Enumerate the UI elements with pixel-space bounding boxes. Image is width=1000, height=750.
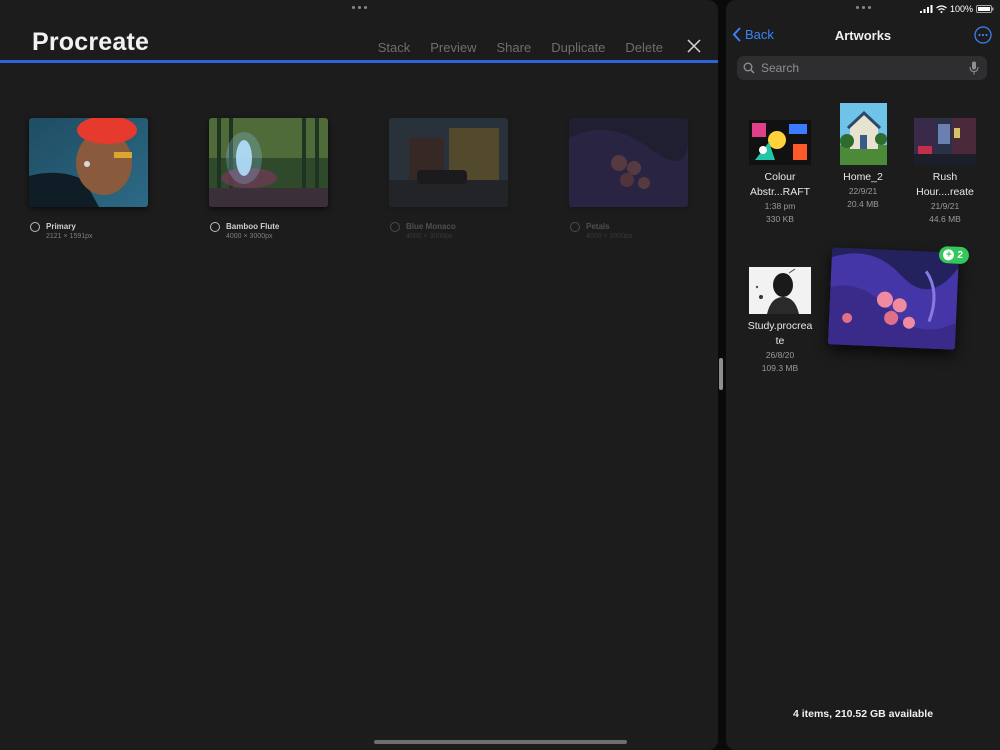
stack-button[interactable]: Stack	[378, 40, 411, 55]
artwork-dimensions: 4000 × 3000px	[586, 233, 633, 240]
split-view-divider-handle[interactable]	[719, 358, 723, 390]
search-bar[interactable]	[737, 56, 987, 80]
artwork-thumbnail[interactable]	[29, 118, 148, 207]
file-name-line2: te	[775, 335, 785, 347]
file-name-line1: Study.procrea	[747, 320, 813, 332]
artwork-card-petals[interactable]: Petals 4000 × 3000px	[569, 118, 688, 241]
artwork-info: Blue Monaco 4000 × 3000px	[389, 221, 508, 241]
artwork-card-bamboo-flute[interactable]: Bamboo Flute 4000 × 3000px	[209, 118, 328, 241]
file-name-line1: Colour	[764, 171, 796, 183]
artwork-card-blue-monaco[interactable]: Blue Monaco 4000 × 3000px	[389, 118, 508, 241]
file-name-line2: Abstr...RAFT	[749, 186, 811, 198]
selection-toolbar: Stack Preview Share Duplicate Delete	[378, 40, 663, 55]
artwork-name: Petals	[586, 222, 610, 231]
file-thumbnail	[749, 120, 811, 165]
artwork-thumbnail[interactable]	[389, 118, 508, 207]
file-name: Study.procrea te	[745, 319, 815, 349]
artwork-info: Primary 2121 × 1591px	[29, 221, 148, 241]
microphone-icon[interactable]	[969, 61, 979, 75]
page-title: Procreate	[32, 28, 150, 56]
procreate-pane: Procreate Stack Preview Share Duplicate …	[0, 0, 718, 750]
drag-preview[interactable]: + 2	[827, 245, 970, 350]
select-radio-icon[interactable]	[390, 222, 400, 232]
delete-button[interactable]: Delete	[625, 40, 663, 55]
file-size: 20.4 MB	[847, 199, 879, 209]
search-input[interactable]	[761, 61, 961, 75]
file-item-study[interactable]: Study.procrea te 26/8/20 109.3 MB	[745, 267, 815, 375]
file-date: 26/8/20	[765, 350, 795, 360]
status-bar: 100%	[919, 4, 994, 14]
plus-icon: +	[943, 249, 955, 261]
folder-title: Artworks	[834, 28, 892, 43]
home-indicator[interactable]	[374, 740, 627, 744]
drag-count: 2	[957, 249, 964, 261]
file-name: Colour Abstr...RAFT	[745, 170, 815, 200]
split-view: Procreate Stack Preview Share Duplicate …	[0, 0, 1000, 750]
file-date: 1:38 pm	[764, 201, 796, 211]
dragged-artwork-thumbnail	[827, 247, 960, 350]
file-item-colour-abstract[interactable]: Colour Abstr...RAFT 1:38 pm 330 KB	[745, 120, 815, 226]
select-radio-icon[interactable]	[210, 222, 220, 232]
file-name: Rush Hour....reate	[910, 170, 980, 200]
file-thumbnail	[839, 103, 887, 165]
artwork-dimensions: 2121 × 1591px	[46, 233, 93, 240]
artwork-name: Bamboo Flute	[226, 222, 280, 231]
file-size: 330 KB	[766, 214, 794, 224]
battery-icon	[976, 5, 994, 13]
file-date: 22/9/21	[848, 186, 878, 196]
file-item-home-2[interactable]: Home_2 22/9/21 20.4 MB	[828, 103, 898, 211]
files-pane: 100% Back Artworks Search Colour Abstr..…	[726, 0, 1000, 750]
share-button[interactable]: Share	[497, 40, 532, 55]
artwork-info: Bamboo Flute 4000 × 3000px	[209, 221, 328, 241]
artwork-thumbnail[interactable]	[209, 118, 328, 207]
cellular-signal-icon	[919, 5, 933, 13]
file-size: 109.3 MB	[761, 363, 799, 373]
artwork-dimensions: 4000 × 3000px	[406, 233, 453, 240]
file-name-line1: Rush	[932, 171, 958, 183]
duplicate-button[interactable]: Duplicate	[551, 40, 605, 55]
artwork-name: Primary	[46, 222, 76, 231]
select-radio-icon[interactable]	[30, 222, 40, 232]
drag-count-badge: + 2	[939, 245, 970, 265]
artwork-thumbnail[interactable]	[569, 118, 688, 207]
file-thumbnail	[914, 118, 976, 165]
close-icon[interactable]	[686, 38, 702, 54]
file-name: Home_2	[828, 170, 898, 185]
artwork-info: Petals 4000 × 3000px	[569, 221, 688, 241]
selection-accent-bar	[0, 60, 718, 63]
multitasking-dots-icon[interactable]	[352, 6, 367, 12]
more-options-icon[interactable]	[974, 26, 992, 44]
wifi-icon	[936, 5, 947, 13]
artwork-card-primary[interactable]: Primary 2121 × 1591px	[29, 118, 148, 241]
multitasking-dots-icon[interactable]	[856, 6, 871, 12]
preview-button[interactable]: Preview	[430, 40, 476, 55]
storage-summary: 4 items, 210.52 GB available	[792, 708, 934, 720]
file-name-line1: Home_2	[843, 171, 883, 183]
battery-percentage: 100%	[949, 4, 973, 14]
file-thumbnail	[749, 267, 811, 314]
select-radio-icon[interactable]	[570, 222, 580, 232]
artwork-name: Blue Monaco	[406, 222, 456, 231]
file-size: 44.6 MB	[929, 214, 961, 224]
artwork-dimensions: 4000 × 3000px	[226, 233, 273, 240]
file-name-line2: Hour....reate	[916, 186, 974, 198]
file-date: 21/9/21	[930, 201, 960, 211]
file-item-rush-hour[interactable]: Rush Hour....reate 21/9/21 44.6 MB	[910, 118, 980, 226]
search-icon	[743, 62, 755, 74]
